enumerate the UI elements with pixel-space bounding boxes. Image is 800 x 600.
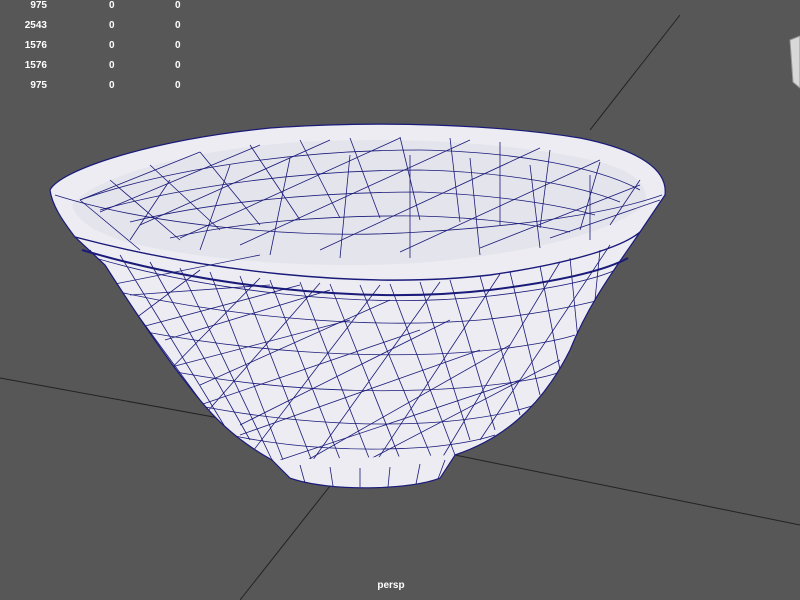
- hud-row-verts: 975 0 0: [0, 0, 200, 16]
- foot-ring: [271, 454, 456, 489]
- hud-value: 1576: [24, 60, 47, 71]
- hud-value: 0: [109, 60, 115, 71]
- hud-value: 0: [109, 0, 115, 11]
- hud-row-tris: 1576 0 0: [0, 60, 200, 76]
- hud-value: 0: [175, 0, 181, 11]
- hud-value: 975: [30, 80, 47, 91]
- hud-value: 0: [175, 40, 181, 51]
- hud-value: 0: [109, 40, 115, 51]
- hud-row-edges: 2543 0 0: [0, 20, 200, 36]
- hud-value: 2543: [24, 20, 47, 31]
- hud-value: 0: [175, 20, 181, 31]
- viewport-persp[interactable]: 975 0 0 2543 0 0 1576 0 0 1576 0 0 975 0…: [0, 0, 800, 600]
- hud-value: 0: [109, 80, 115, 91]
- hud-row-faces: 1576 0 0: [0, 40, 200, 56]
- hud-value: 975: [30, 0, 47, 11]
- hud-row-uvs: 975 0 0: [0, 80, 200, 96]
- view-cube-icon[interactable]: [789, 35, 800, 89]
- hud-value: 0: [175, 60, 181, 71]
- camera-label: persp: [377, 580, 405, 591]
- hud-value: 0: [175, 80, 181, 91]
- bowl-mesh[interactable]: [49, 123, 666, 489]
- hud-value: 1576: [24, 40, 47, 51]
- hud-value: 0: [109, 20, 115, 31]
